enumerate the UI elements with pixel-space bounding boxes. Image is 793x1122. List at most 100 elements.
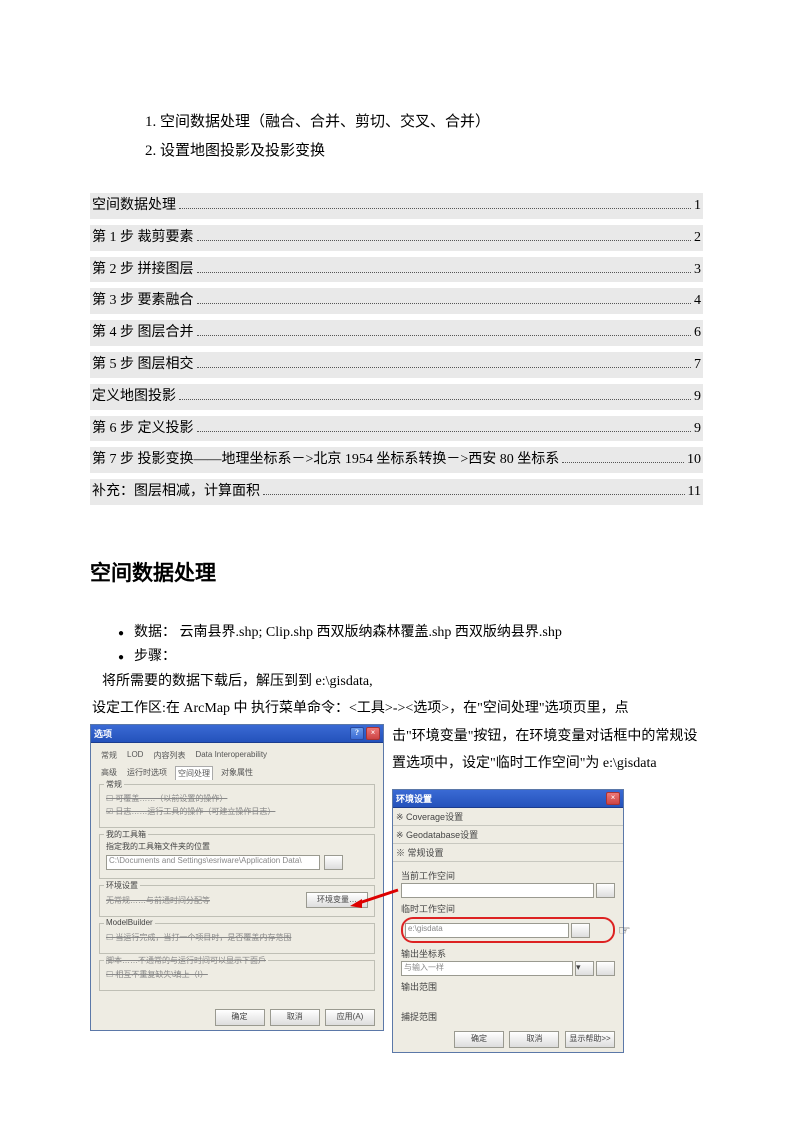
tab-active[interactable]: 空间处理 (175, 766, 213, 780)
bullet-label: 数据： (134, 625, 176, 640)
close-icon[interactable]: × (606, 792, 620, 805)
dropdown-icon[interactable]: ▾ (575, 961, 594, 976)
close-icon[interactable]: × (366, 727, 380, 740)
toolbox-label: 指定我的工具箱文件夹的位置 (106, 841, 368, 852)
group-title: 常规 (104, 779, 124, 790)
temp-ws-input[interactable]: e:\gisdata (405, 923, 569, 938)
toc-page: 9 (694, 385, 701, 409)
browse-button[interactable] (596, 883, 615, 898)
toc-page: 4 (694, 289, 701, 313)
accordion-item[interactable]: ※ Geodatabase设置 (393, 826, 623, 844)
list-item: 1. 空间数据处理（融合、合并、剪切、交叉、合并） (145, 108, 703, 137)
tab[interactable]: Data Interoperability (193, 749, 269, 762)
toc-page: 6 (694, 321, 701, 345)
toc-page: 7 (694, 353, 701, 377)
cancel-button[interactable]: 取消 (270, 1009, 320, 1026)
help-button[interactable]: 显示帮助>> (565, 1031, 615, 1048)
browse-button[interactable] (324, 855, 343, 870)
checkbox-mb[interactable]: ☐ 当运行完成，当打一个项目时，是否覆盖内存范围 (106, 932, 368, 943)
apply-button[interactable]: 应用(A) (325, 1009, 375, 1026)
accordion-item[interactable]: ※ 常规设置 (393, 844, 623, 862)
label-coord: 输出坐标系 (401, 947, 615, 960)
toc-dots (562, 461, 684, 463)
toc-label: 第 5 步 图层相交 (92, 353, 194, 377)
label-snap: 捕捉范围 (401, 1010, 615, 1023)
toc-label: 定义地图投影 (92, 385, 176, 409)
cancel-button[interactable]: 取消 (509, 1031, 559, 1048)
tab[interactable]: LOD (125, 749, 145, 762)
toc-label: 第 7 步 投影变换——地理坐标系－>北京 1954 坐标系转换－>西安 80 … (92, 448, 559, 472)
titlebar[interactable]: 环境设置 × (393, 790, 623, 808)
list-num: 1. (145, 114, 156, 130)
list-text: 设置地图投影及投影变换 (160, 143, 325, 159)
tab[interactable]: 常规 (99, 749, 119, 762)
dialog-title: 选项 (94, 727, 112, 740)
toc-row[interactable]: 第 1 步 裁剪要素2 (90, 225, 703, 251)
tabs-row: 常规 LOD 内容列表 Data Interoperability (99, 749, 375, 762)
coord-select[interactable]: 与输入一样 (401, 961, 573, 976)
temp-ws-row: e:\gisdata ☜ (401, 917, 615, 943)
checkbox-log[interactable]: ☑ 日志……运行工具的操作（可建立操作日志） (106, 806, 368, 817)
toc-page: 9 (694, 417, 701, 441)
titlebar[interactable]: 选项 ? × (91, 725, 383, 743)
toc-dots (179, 207, 691, 209)
toc-row[interactable]: 第 3 步 要素融合4 (90, 288, 703, 314)
tab[interactable]: 高级 (99, 766, 119, 780)
toc-dots (263, 493, 685, 495)
toc-dots (197, 302, 692, 304)
tab[interactable]: 对象属性 (219, 766, 255, 780)
toc-row[interactable]: 定义地图投影 9 (90, 384, 703, 410)
env-dialog: 环境设置 × ※ Coverage设置 ※ Geodatabase设置 ※ 常规… (392, 789, 624, 1053)
toc-dots (197, 334, 692, 336)
tab[interactable]: 内容列表 (151, 749, 187, 762)
toc-row[interactable]: 第 5 步 图层相交 7 (90, 352, 703, 378)
browse-button[interactable] (596, 961, 615, 976)
toc-label: 第 6 步 定义投影 (92, 417, 194, 441)
paragraph: 将所需要的数据下载后，解压到到 e:\gisdata, (102, 669, 703, 696)
group-script: 脚本……不通常的与运行时间可以显示下面戶 ☐ 相互不重复缺失\填上（I） (99, 960, 375, 991)
toc-page: 1 (694, 194, 701, 218)
toc-row[interactable]: 第 4 步 图层合并 6 (90, 320, 703, 346)
checkbox-overwrite[interactable]: ☐ 可覆盖……（以前设置的操作） (106, 793, 368, 804)
group-general: 常规 ☐ 可覆盖……（以前设置的操作） ☑ 日志……运行工具的操作（可建立操作日… (99, 784, 375, 828)
toc-label: 第 2 步 拼接图层 (92, 258, 194, 282)
options-dialog: 选项 ? × 常规 LOD 内容列表 Data Interoperability… (90, 724, 384, 1031)
checkbox-script[interactable]: ☐ 相互不重复缺失\填上（I） (106, 969, 368, 980)
toc-row[interactable]: 第 6 步 定义投影 9 (90, 416, 703, 442)
dialog-title: 环境设置 (396, 792, 432, 805)
current-ws-input[interactable] (401, 883, 594, 898)
toc-label: 第 4 步 图层合并 (92, 321, 194, 345)
toc-label: 补充：图层相减，计算面积 (92, 480, 260, 504)
toc-dots (197, 366, 692, 368)
toc-row[interactable]: 第 7 步 投影变换——地理坐标系－>北京 1954 坐标系转换－>西安 80 … (90, 447, 703, 473)
pointer-hand-icon: ☜ (618, 922, 631, 939)
browse-button[interactable] (571, 923, 590, 938)
list-num: 2. (145, 143, 156, 159)
paragraph: 击"环境变量"按钮，在环境变量对话框中的常规设置选项中，设定"临时工作空间"为 … (392, 724, 703, 777)
toc-dots (197, 430, 692, 432)
group-title: ModelBuilder (104, 918, 155, 927)
toc-page: 11 (688, 480, 701, 504)
label-current-ws: 当前工作空间 (401, 869, 615, 882)
toc-page: 10 (687, 448, 701, 472)
toc-label: 第 1 步 裁剪要素 (92, 226, 194, 250)
toolbox-path-input[interactable]: C:\Documents and Settings\esriware\Appli… (106, 855, 320, 870)
accordion-item[interactable]: ※ Coverage设置 (393, 808, 623, 826)
bullet-icon: ● (118, 652, 124, 663)
group-title: 我的工具箱 (104, 829, 148, 840)
toc-dots (179, 398, 691, 400)
toc-label: 空间数据处理 (92, 194, 176, 218)
tab[interactable]: 运行时选项 (125, 766, 169, 780)
label-temp-ws: 临时工作空间 (401, 902, 615, 915)
group-env: 环境设置 无常规……与前通时间分配等 环境变量… (99, 885, 375, 917)
group-title: 脚本……不通常的与运行时间可以显示下面戶 (104, 955, 268, 966)
ok-button[interactable]: 确定 (215, 1009, 265, 1026)
toc-row[interactable]: 第 2 步 拼接图层3 (90, 257, 703, 283)
help-button[interactable]: ? (350, 727, 364, 740)
toc-row[interactable]: 空间数据处理 1 (90, 193, 703, 219)
toc-row[interactable]: 补充：图层相减，计算面积 11 (90, 479, 703, 505)
list-text: 空间数据处理（融合、合并、剪切、交叉、合并） (160, 114, 490, 130)
bullet-item: ● 数据： 云南县界.shp; Clip.shp 西双版纳森林覆盖.shp 西双… (118, 621, 703, 641)
arrow-icon (350, 888, 400, 918)
ok-button[interactable]: 确定 (454, 1031, 504, 1048)
